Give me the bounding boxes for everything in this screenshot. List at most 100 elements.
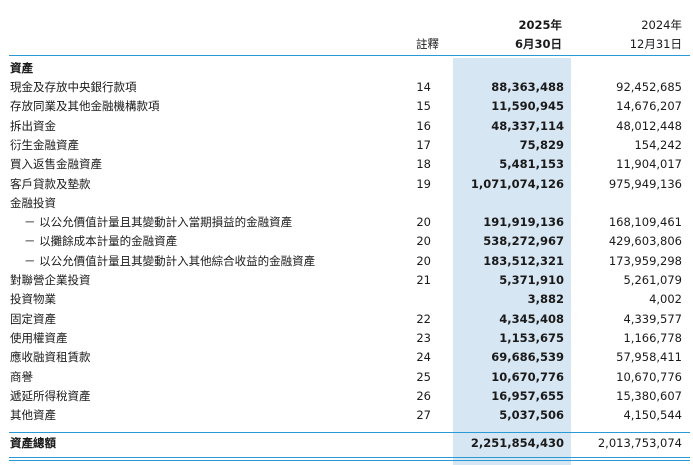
row-note: 20 — [416, 253, 431, 268]
header-rule — [9, 55, 690, 56]
row-current-value: 3,882 — [527, 292, 564, 307]
row-label: 遞延所得稅資產 — [10, 388, 91, 403]
row-current-value: 5,037,506 — [499, 408, 564, 423]
total-row: 資產總額 2,251,854,430 2,013,753,074 — [0, 434, 693, 453]
total-double-rule-1 — [9, 457, 690, 458]
row-label: － 以攤餘成本計量的金融資產 — [24, 234, 178, 249]
row-current-value: 191,919,136 — [483, 215, 564, 230]
row-current-value: 88,363,488 — [491, 80, 564, 94]
table-row: － 以公允價值計量且其變動計入其他綜合收益的金融資產 20 183,512,321 1… — [0, 252, 693, 271]
total-current-value: 2,251,854,430 — [470, 436, 564, 450]
row-label: － 以公允價值計量且其變動計入其他綜合收益的金融資產 — [24, 253, 316, 268]
current-date-header: 6月30日 — [514, 37, 562, 51]
row-prior-value: 48,012,448 — [616, 118, 682, 133]
row-note: 15 — [416, 99, 431, 114]
row-prior-value: 5,261,079 — [623, 273, 682, 287]
note-column-header: 註釋 — [416, 37, 439, 51]
row-prior-value: 57,958,411 — [616, 350, 682, 365]
row-note: 21 — [416, 273, 431, 287]
row-current-value: 75,829 — [519, 137, 564, 152]
row-note: 16 — [416, 118, 431, 133]
row-prior-value: 4,150,544 — [623, 408, 682, 423]
table-row: 金融投資 — [0, 194, 693, 213]
row-note: 22 — [416, 311, 431, 326]
row-label: 對聯營企業投資 — [10, 273, 91, 287]
row-note: 20 — [416, 234, 431, 249]
row-label: 其他資產 — [10, 408, 56, 423]
row-prior-value: 11,904,017 — [616, 157, 682, 172]
table-row: － 以公允價值計量且其變動計入當期損益的金融資產 20 191,919,136 168… — [0, 213, 693, 232]
row-label: 客戶貸款及墊款 — [10, 176, 91, 191]
row-note: 27 — [416, 408, 431, 423]
total-prior-value: 2,013,753,074 — [597, 436, 682, 450]
total-label: 資產總額 — [10, 436, 56, 450]
row-prior-value: 429,603,806 — [608, 234, 682, 249]
row-label: 金融投資 — [10, 195, 56, 210]
row-current-value: 10,670,776 — [491, 369, 564, 384]
table-row: 衍生金融資產 17 75,829 154,242 — [0, 136, 693, 155]
section-header-row: 資產 — [0, 59, 693, 78]
table-row: 使用權資產 23 1,153,675 1,166,778 — [0, 329, 693, 348]
row-label: 拆出資金 — [10, 118, 56, 133]
table-row: 客戶貸款及墊款 19 1,071,074,126 975,949,136 — [0, 175, 693, 194]
prior-date-header: 12月31日 — [629, 37, 682, 51]
row-label: 應收融資租賃款 — [10, 350, 91, 365]
row-note: 24 — [416, 350, 431, 365]
row-prior-value: 10,670,776 — [616, 369, 682, 384]
table-row: 對聯營企業投資 21 5,371,910 5,261,079 — [0, 271, 693, 290]
row-prior-value: 14,676,207 — [616, 99, 682, 114]
row-current-value: 183,512,321 — [483, 253, 564, 268]
table-row: 現金及存放中央銀行款項 14 88,363,488 92,452,685 — [0, 78, 693, 97]
row-prior-value: 4,002 — [649, 292, 682, 307]
row-current-value: 538,272,967 — [483, 234, 564, 249]
row-label: － 以公允價值計量且其變動計入當期損益的金融資產 — [24, 215, 293, 230]
row-label: 存放同業及其他金融機構款項 — [10, 99, 160, 114]
table-row: 拆出資金 16 48,337,114 48,012,448 — [0, 117, 693, 136]
row-current-value: 5,371,910 — [499, 273, 564, 287]
row-prior-value: 154,242 — [634, 137, 682, 152]
row-label: 使用權資產 — [10, 330, 68, 345]
table-row: 商譽 25 10,670,776 10,670,776 — [0, 368, 693, 387]
row-prior-value: 4,339,577 — [623, 311, 682, 326]
table-row: 遞延所得稅資產 26 16,957,655 15,380,607 — [0, 387, 693, 406]
table-row: 買入返售金融資產 18 5,481,153 11,904,017 — [0, 155, 693, 174]
row-label: 現金及存放中央銀行款項 — [10, 80, 137, 94]
current-year-header: 2025年 — [518, 18, 562, 32]
row-note: 26 — [416, 388, 431, 403]
prior-year-header: 2024年 — [641, 18, 682, 32]
row-current-value: 5,481,153 — [499, 157, 564, 172]
row-current-value: 11,590,945 — [491, 99, 564, 114]
row-note: 14 — [416, 80, 431, 94]
total-rule-top — [9, 432, 690, 433]
table-row: － 以攤餘成本計量的金融資產 20 538,272,967 429,603,806 — [0, 232, 693, 251]
row-note: 25 — [416, 369, 431, 384]
row-label: 固定資產 — [10, 311, 56, 326]
row-label: 投資物業 — [10, 292, 56, 307]
row-prior-value: 1,166,778 — [623, 330, 682, 345]
row-prior-value: 15,380,607 — [616, 388, 682, 403]
row-current-value: 1,153,675 — [499, 330, 564, 345]
row-note: 19 — [416, 176, 431, 191]
row-label: 買入返售金融資產 — [10, 157, 102, 172]
row-current-value: 16,957,655 — [491, 388, 564, 403]
table-row: 存放同業及其他金融機構款項 15 11,590,945 14,676,207 — [0, 97, 693, 116]
table-row: 投資物業 3,882 4,002 — [0, 290, 693, 309]
row-current-value: 4,345,408 — [499, 311, 564, 326]
row-note: 23 — [416, 330, 431, 345]
row-label: 衍生金融資產 — [10, 137, 79, 152]
row-prior-value: 92,452,685 — [616, 80, 682, 94]
row-note: 17 — [416, 137, 431, 152]
table-row: 應收融資租賃款 24 69,686,539 57,958,411 — [0, 348, 693, 367]
row-current-value: 69,686,539 — [491, 350, 564, 365]
section-title: 資產 — [10, 61, 33, 75]
row-prior-value: 168,109,461 — [608, 215, 682, 230]
row-label: 商譽 — [10, 369, 33, 384]
row-prior-value: 173,959,298 — [608, 253, 682, 268]
row-prior-value: 975,949,136 — [608, 176, 682, 191]
row-current-value: 48,337,114 — [491, 118, 564, 133]
total-double-rule-2 — [9, 460, 690, 461]
table-row: 固定資產 22 4,345,408 4,339,577 — [0, 310, 693, 329]
row-note: 20 — [416, 215, 431, 230]
row-note: 18 — [416, 157, 431, 172]
row-current-value: 1,071,074,126 — [470, 176, 564, 191]
